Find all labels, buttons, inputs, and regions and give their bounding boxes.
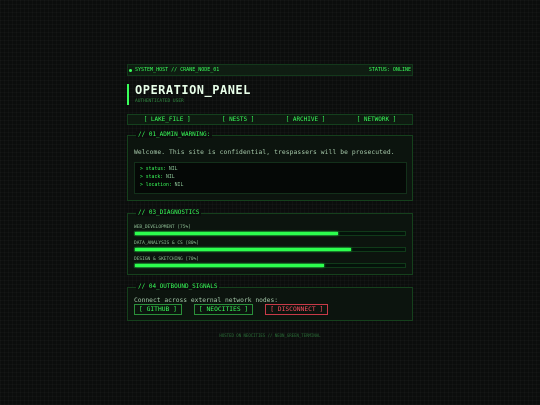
nav-network[interactable]: [ NETWORK ] (357, 116, 397, 123)
external-links: [ GITHUB ] [ NEOCITIES ] [ DISCONNECT ] (134, 304, 329, 315)
skill-label: WEB_DEVELOPMENT [75%] (134, 225, 191, 230)
github-button[interactable]: [ GITHUB ] (134, 304, 182, 315)
footer-text: HOSTED ON NEOCITIES // NEON_GREEN_TERMIN… (219, 333, 321, 338)
outbound-signals-message: Connect across external network nodes: (134, 297, 279, 304)
disconnect-button[interactable]: [ DISCONNECT ] (265, 304, 329, 315)
title-block: OPERATION_PANEL AUTHENTICATED USER (127, 84, 413, 105)
skill-label: DESIGN & SKETCHING [70%] (134, 257, 200, 262)
skill-progress-bar (134, 247, 406, 252)
admin-warning-legend: // 01_ADMIN_WARNING: (136, 131, 213, 138)
location-line: > location: NIL (140, 183, 184, 188)
skill-progress-bar (134, 231, 406, 236)
skill-label: DATA_ANALYSIS & CS [80%] (134, 241, 200, 246)
skill-progress-fill (135, 232, 338, 235)
outbound-signals-panel: // 04_OUTBOUND_SIGNALS Connect across ex… (127, 283, 413, 321)
skill-data-analysis: DATA_ANALYSIS & CS [80%] (134, 241, 406, 252)
operation-panel: SYSTEM_HOST // CRANE_NODE_01 STATUS: ONL… (127, 64, 413, 338)
page-subtitle: AUTHENTICATED USER (135, 99, 184, 104)
stack-line: > stack: NIL (140, 175, 175, 180)
nav-nests[interactable]: [ NESTS ] (222, 116, 255, 123)
skill-web-development: WEB_DEVELOPMENT [75%] (134, 225, 406, 236)
host-label: SYSTEM_HOST // CRANE_NODE_01 (135, 67, 220, 73)
outbound-signals-legend: // 04_OUTBOUND_SIGNALS (136, 283, 220, 290)
admin-warning-message: Welcome. This site is confidential, tres… (134, 149, 395, 156)
status-readout: > status: NIL > stack: NIL > location: N… (134, 162, 407, 194)
nav-lake-file[interactable]: [ LAKE_FILE ] (144, 116, 191, 123)
main-nav: [ LAKE_FILE ] [ NESTS ] [ ARCHIVE ] [ NE… (127, 114, 413, 125)
page-title: OPERATION_PANEL (135, 83, 251, 97)
status-line: > status: NIL (140, 167, 178, 172)
diagnostics-legend: // 03_DIAGNOSTICS (136, 209, 202, 216)
skill-design-sketching: DESIGN & SKETCHING [70%] (134, 257, 406, 268)
skill-progress-bar (134, 263, 406, 268)
status-label: STATUS: ONLINE (368, 67, 411, 73)
admin-warning-panel: // 01_ADMIN_WARNING: Welcome. This site … (127, 131, 413, 201)
skill-progress-fill (135, 248, 351, 251)
system-topbar: SYSTEM_HOST // CRANE_NODE_01 STATUS: ONL… (127, 64, 413, 76)
neocities-button[interactable]: [ NEOCITIES ] (193, 304, 254, 315)
status-dot-icon (129, 68, 132, 72)
nav-archive[interactable]: [ ARCHIVE ] (286, 116, 326, 123)
diagnostics-panel: // 03_DIAGNOSTICS WEB_DEVELOPMENT [75%] … (127, 209, 413, 275)
skill-progress-fill (135, 264, 324, 267)
